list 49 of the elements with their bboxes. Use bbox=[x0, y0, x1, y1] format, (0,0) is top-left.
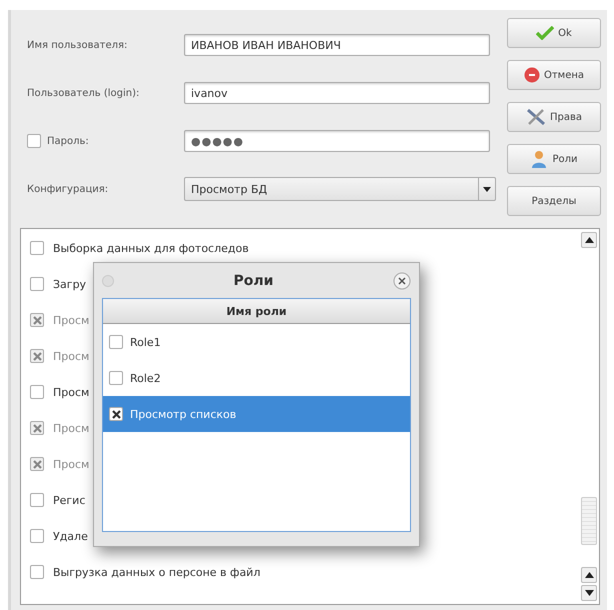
checkbox[interactable] bbox=[30, 241, 44, 255]
row-label: Role2 bbox=[130, 372, 161, 384]
tools-icon bbox=[526, 108, 546, 126]
button[interactable]: Роли bbox=[507, 144, 601, 174]
row-label: Role1 bbox=[130, 336, 161, 348]
button[interactable]: Ok bbox=[507, 18, 601, 48]
dropdown-arrow-icon[interactable] bbox=[483, 186, 491, 192]
field-label: Пользователь (login): bbox=[27, 88, 140, 98]
close-icon[interactable] bbox=[392, 272, 411, 290]
scroll-up-icon[interactable] bbox=[581, 567, 597, 583]
button[interactable]: Отмена bbox=[507, 60, 601, 90]
cancel-icon bbox=[524, 67, 540, 83]
button[interactable]: Права bbox=[507, 102, 601, 132]
dialog-title: Роли bbox=[234, 272, 274, 288]
checkbox[interactable] bbox=[30, 385, 44, 399]
checkbox[interactable] bbox=[109, 371, 123, 385]
checkbox[interactable] bbox=[109, 335, 123, 349]
dropdown[interactable]: Просмотр БД bbox=[184, 177, 496, 201]
checkbox[interactable] bbox=[30, 277, 44, 291]
input-field[interactable]: ivanov bbox=[184, 82, 490, 104]
checkbox[interactable] bbox=[30, 565, 44, 579]
scroll-thumb[interactable] bbox=[581, 497, 597, 545]
checkbox[interactable] bbox=[30, 493, 44, 507]
check-icon bbox=[536, 26, 554, 40]
table-row[interactable]: Просмотр списков bbox=[103, 396, 410, 432]
table-row[interactable]: Role1 bbox=[103, 324, 410, 360]
row-label: Просмотр списков bbox=[130, 408, 236, 420]
window-menu-icon[interactable] bbox=[102, 274, 114, 286]
scroll-up-icon[interactable] bbox=[581, 232, 597, 248]
field-label: Конфигурация: bbox=[27, 184, 108, 194]
scrollbar[interactable] bbox=[581, 232, 597, 601]
input-field[interactable]: ИВАНОВ ИВАН ИВАНОВИЧ bbox=[184, 34, 490, 56]
list-item[interactable]: Регис bbox=[53, 494, 86, 506]
button[interactable]: Разделы bbox=[507, 186, 601, 216]
table-row[interactable]: Role2 bbox=[103, 360, 410, 396]
list-item[interactable]: Выгрузка данных о персоне в файл bbox=[53, 566, 260, 578]
checkbox[interactable] bbox=[30, 529, 44, 543]
list-item[interactable]: Загру bbox=[53, 278, 86, 290]
password-field[interactable]: ●●●●● bbox=[184, 130, 490, 152]
list-item[interactable]: Удале bbox=[53, 530, 88, 542]
person-icon bbox=[530, 150, 548, 168]
list-item[interactable]: Выборка данных для фотоследов bbox=[53, 242, 249, 254]
field-label: Имя пользователя: bbox=[27, 40, 128, 50]
scroll-down-icon[interactable] bbox=[581, 585, 597, 601]
list-item[interactable]: Просм bbox=[53, 386, 90, 398]
checkbox[interactable] bbox=[109, 407, 123, 421]
checkbox[interactable] bbox=[27, 134, 41, 148]
column-header[interactable]: Имя роли bbox=[103, 299, 410, 324]
field-label: Пароль: bbox=[47, 136, 89, 146]
